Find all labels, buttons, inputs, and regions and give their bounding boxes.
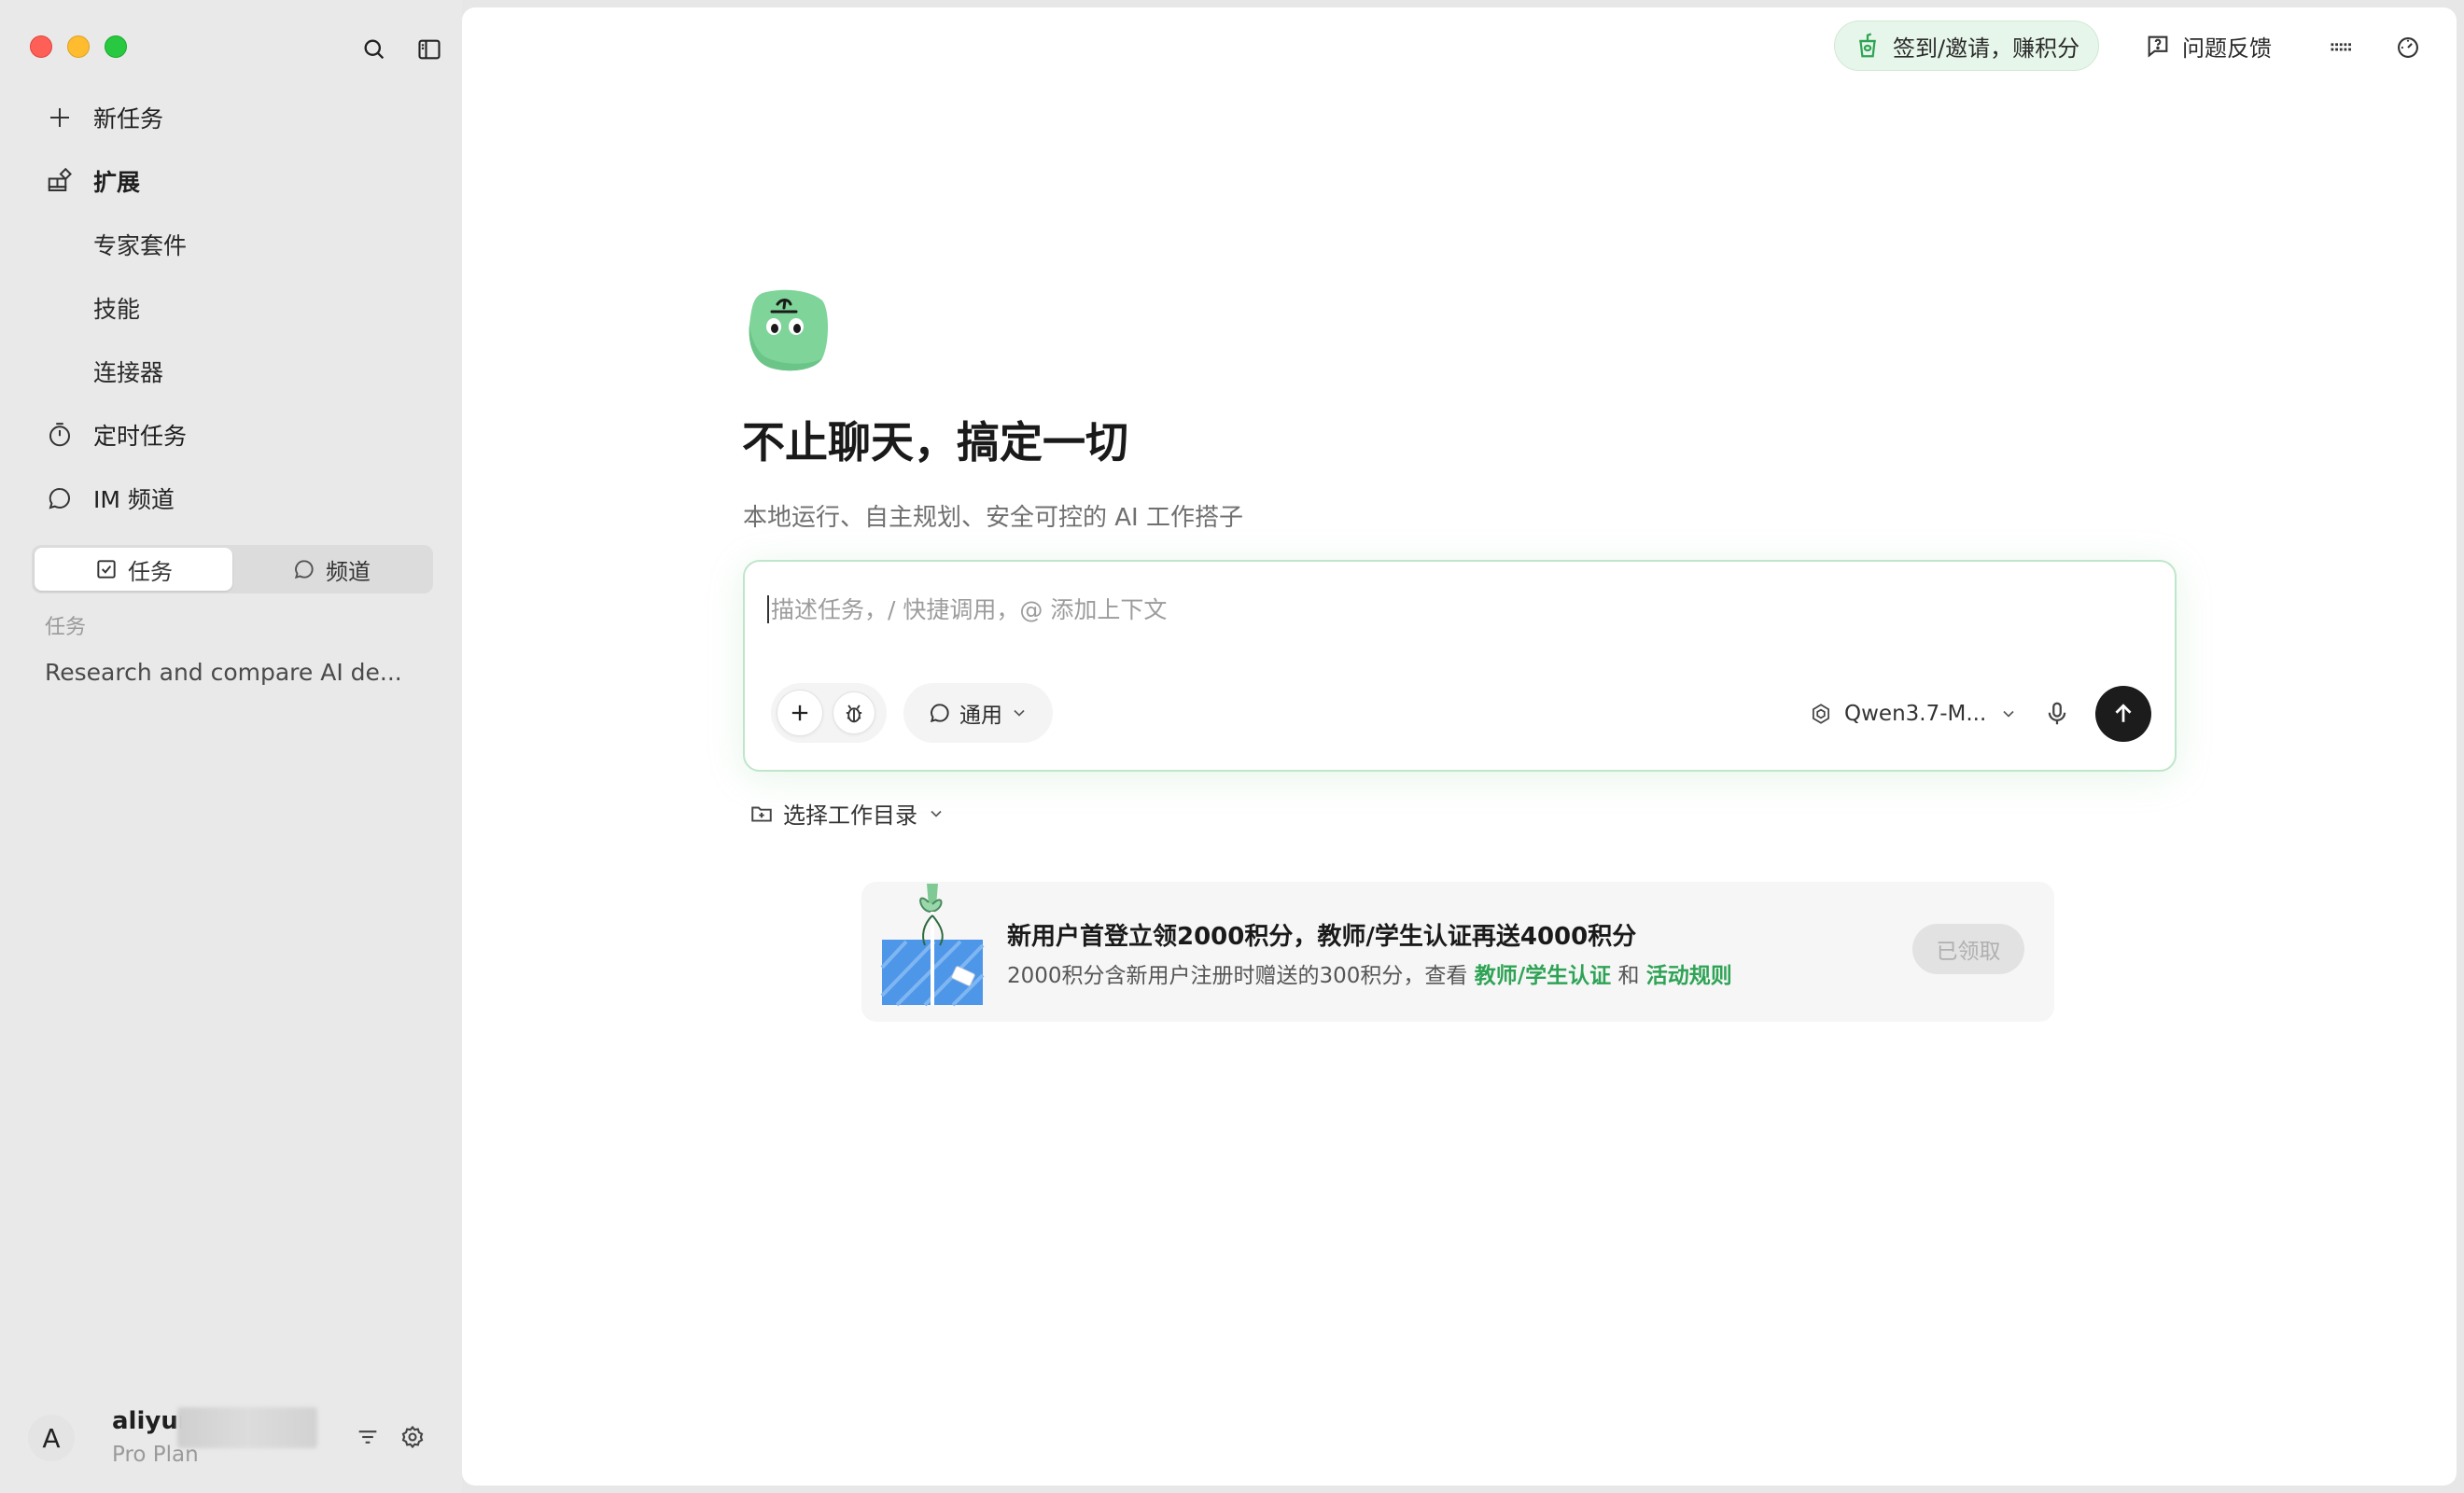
send-button[interactable] (2095, 686, 2151, 742)
search-icon[interactable] (360, 35, 388, 63)
sidebar: 新任务 扩展 专家套件 技能 连接器 定时任务 IM 频道 任务 频道 任务 R… (0, 0, 462, 1493)
chevron-down-icon (2003, 710, 2014, 718)
arrow-up-icon (2115, 704, 2132, 722)
task-composer: 描述任务，/ 快捷调用，@ 添加上下文 通用 Qwen3.7-M... (743, 560, 2177, 772)
sidebar-item-label: 定时任务 (93, 423, 188, 450)
promo-banner: 新用户首登立领2000积分，教师/学生认证再送4000积分 2000积分含新用户… (861, 882, 2054, 1022)
select-workdir-button[interactable]: 选择工作目录 (749, 797, 945, 830)
tab-label: 任务 (128, 558, 173, 585)
user-profile: A aliyur Pro Plan (28, 1407, 439, 1469)
sidebar-item-skills[interactable]: 技能 (0, 276, 462, 340)
sidebar-item-label: IM 频道 (93, 486, 175, 513)
tab-label: 频道 (326, 558, 371, 585)
microphone-button[interactable] (2038, 695, 2076, 733)
tab-tasks[interactable]: 任务 (35, 548, 232, 591)
microphone-icon (2048, 702, 2066, 725)
workdir-label: 选择工作目录 (783, 802, 917, 829)
zoom-window-button[interactable] (105, 35, 127, 58)
window-controls (30, 35, 127, 58)
sidebar-item-extend[interactable]: 扩展 (0, 149, 462, 213)
settings-gear-icon[interactable] (398, 1422, 427, 1452)
cup-icon (1859, 33, 1876, 58)
chevron-down-icon (1014, 709, 1025, 717)
chat-bubble-icon (930, 704, 949, 723)
feedback-label: 问题反馈 (2182, 35, 2272, 62)
plus-icon (43, 101, 77, 134)
sidebar-item-im-channel[interactable]: IM 频道 (0, 467, 462, 530)
activity-rules-link[interactable]: 活动规则 (1646, 964, 1732, 988)
sidebar-item-label: 新任务 (93, 105, 164, 133)
promo-desc-text: 2000积分含新用户注册时赠送的300积分，查看 (1007, 964, 1468, 988)
avatar[interactable]: A (28, 1415, 75, 1461)
model-logo-icon (1813, 704, 1829, 724)
dashboard-gauge-icon[interactable] (2394, 34, 2422, 62)
sidebar-nav: 新任务 扩展 专家套件 技能 连接器 定时任务 IM 频道 (0, 86, 462, 530)
feedback-button[interactable]: 问题反馈 (2145, 21, 2272, 71)
feedback-icon (2148, 35, 2168, 58)
chevron-down-icon (931, 810, 942, 817)
bug-icon (846, 705, 862, 723)
mode-select[interactable]: 通用 (903, 683, 1053, 743)
folder-add-icon (751, 806, 772, 822)
plan-label: Pro Plan (112, 1443, 199, 1467)
mode-label: 通用 (959, 704, 1002, 728)
gift-box-icon (880, 884, 985, 1007)
extensions-icon (43, 164, 77, 198)
sidebar-item-expert-kit[interactable]: 专家套件 (0, 213, 462, 276)
checkin-invite-button[interactable]: 签到/邀请，赚积分 (1834, 21, 2100, 71)
add-attachment-button[interactable] (777, 690, 823, 736)
sidebar-item-label: 扩展 (93, 169, 141, 196)
filter-icon[interactable] (353, 1422, 383, 1452)
sidebar-item-new-task[interactable]: 新任务 (0, 86, 462, 149)
task-channel-switch: 任务 频道 (32, 545, 433, 593)
minimize-window-button[interactable] (67, 35, 90, 58)
main-panel: 签到/邀请，赚积分 问题反馈 不止聊天，搞定一切 本地运行、自主规划、安全可控的… (462, 7, 2457, 1486)
mascot-logo-icon (749, 289, 828, 371)
promo-desc-and: 和 (1617, 964, 1640, 988)
hero-title: 不止聊天，搞定一切 (742, 417, 1128, 467)
chat-bubble-icon (43, 481, 77, 515)
promo-description: 2000积分含新用户注册时赠送的300积分，查看 教师/学生认证 和 活动规则 (1007, 957, 1732, 989)
checkbox-icon (97, 560, 116, 579)
toggle-sidebar-icon[interactable] (415, 35, 443, 63)
promo-title: 新用户首登立领2000积分，教师/学生认证再送4000积分 (1007, 923, 1637, 951)
close-window-button[interactable] (30, 35, 52, 58)
sidebar-item-connectors[interactable]: 连接器 (0, 340, 462, 403)
keyboard-icon[interactable] (2327, 34, 2355, 62)
sidebar-item-scheduled[interactable]: 定时任务 (0, 403, 462, 467)
timer-icon (43, 418, 77, 452)
invite-label: 签到/邀请，赚积分 (1893, 35, 2080, 62)
sidebar-item-label: 专家套件 (93, 232, 188, 259)
model-label: Qwen3.7-M... (1844, 702, 1987, 726)
hero-subtitle: 本地运行、自主规划、安全可控的 AI 工作搭子 (743, 504, 1243, 532)
model-select[interactable]: Qwen3.7-M... (1809, 695, 2018, 733)
sidebar-item-label: 连接器 (93, 359, 164, 386)
task-section-label: 任务 (45, 616, 87, 639)
list-item[interactable]: Research and compare AI de... (45, 659, 418, 686)
plus-icon (791, 705, 808, 721)
task-input[interactable]: 描述任务，/ 快捷调用，@ 添加上下文 (771, 592, 1167, 625)
sidebar-item-label: 技能 (93, 296, 141, 323)
skills-toggle-button[interactable] (833, 691, 875, 734)
claimed-button: 已领取 (1912, 924, 2024, 974)
tab-channels[interactable]: 频道 (232, 548, 430, 591)
chat-bubble-icon (294, 560, 314, 579)
teacher-student-cert-link[interactable]: 教师/学生认证 (1475, 964, 1611, 988)
text-caret (767, 595, 769, 623)
